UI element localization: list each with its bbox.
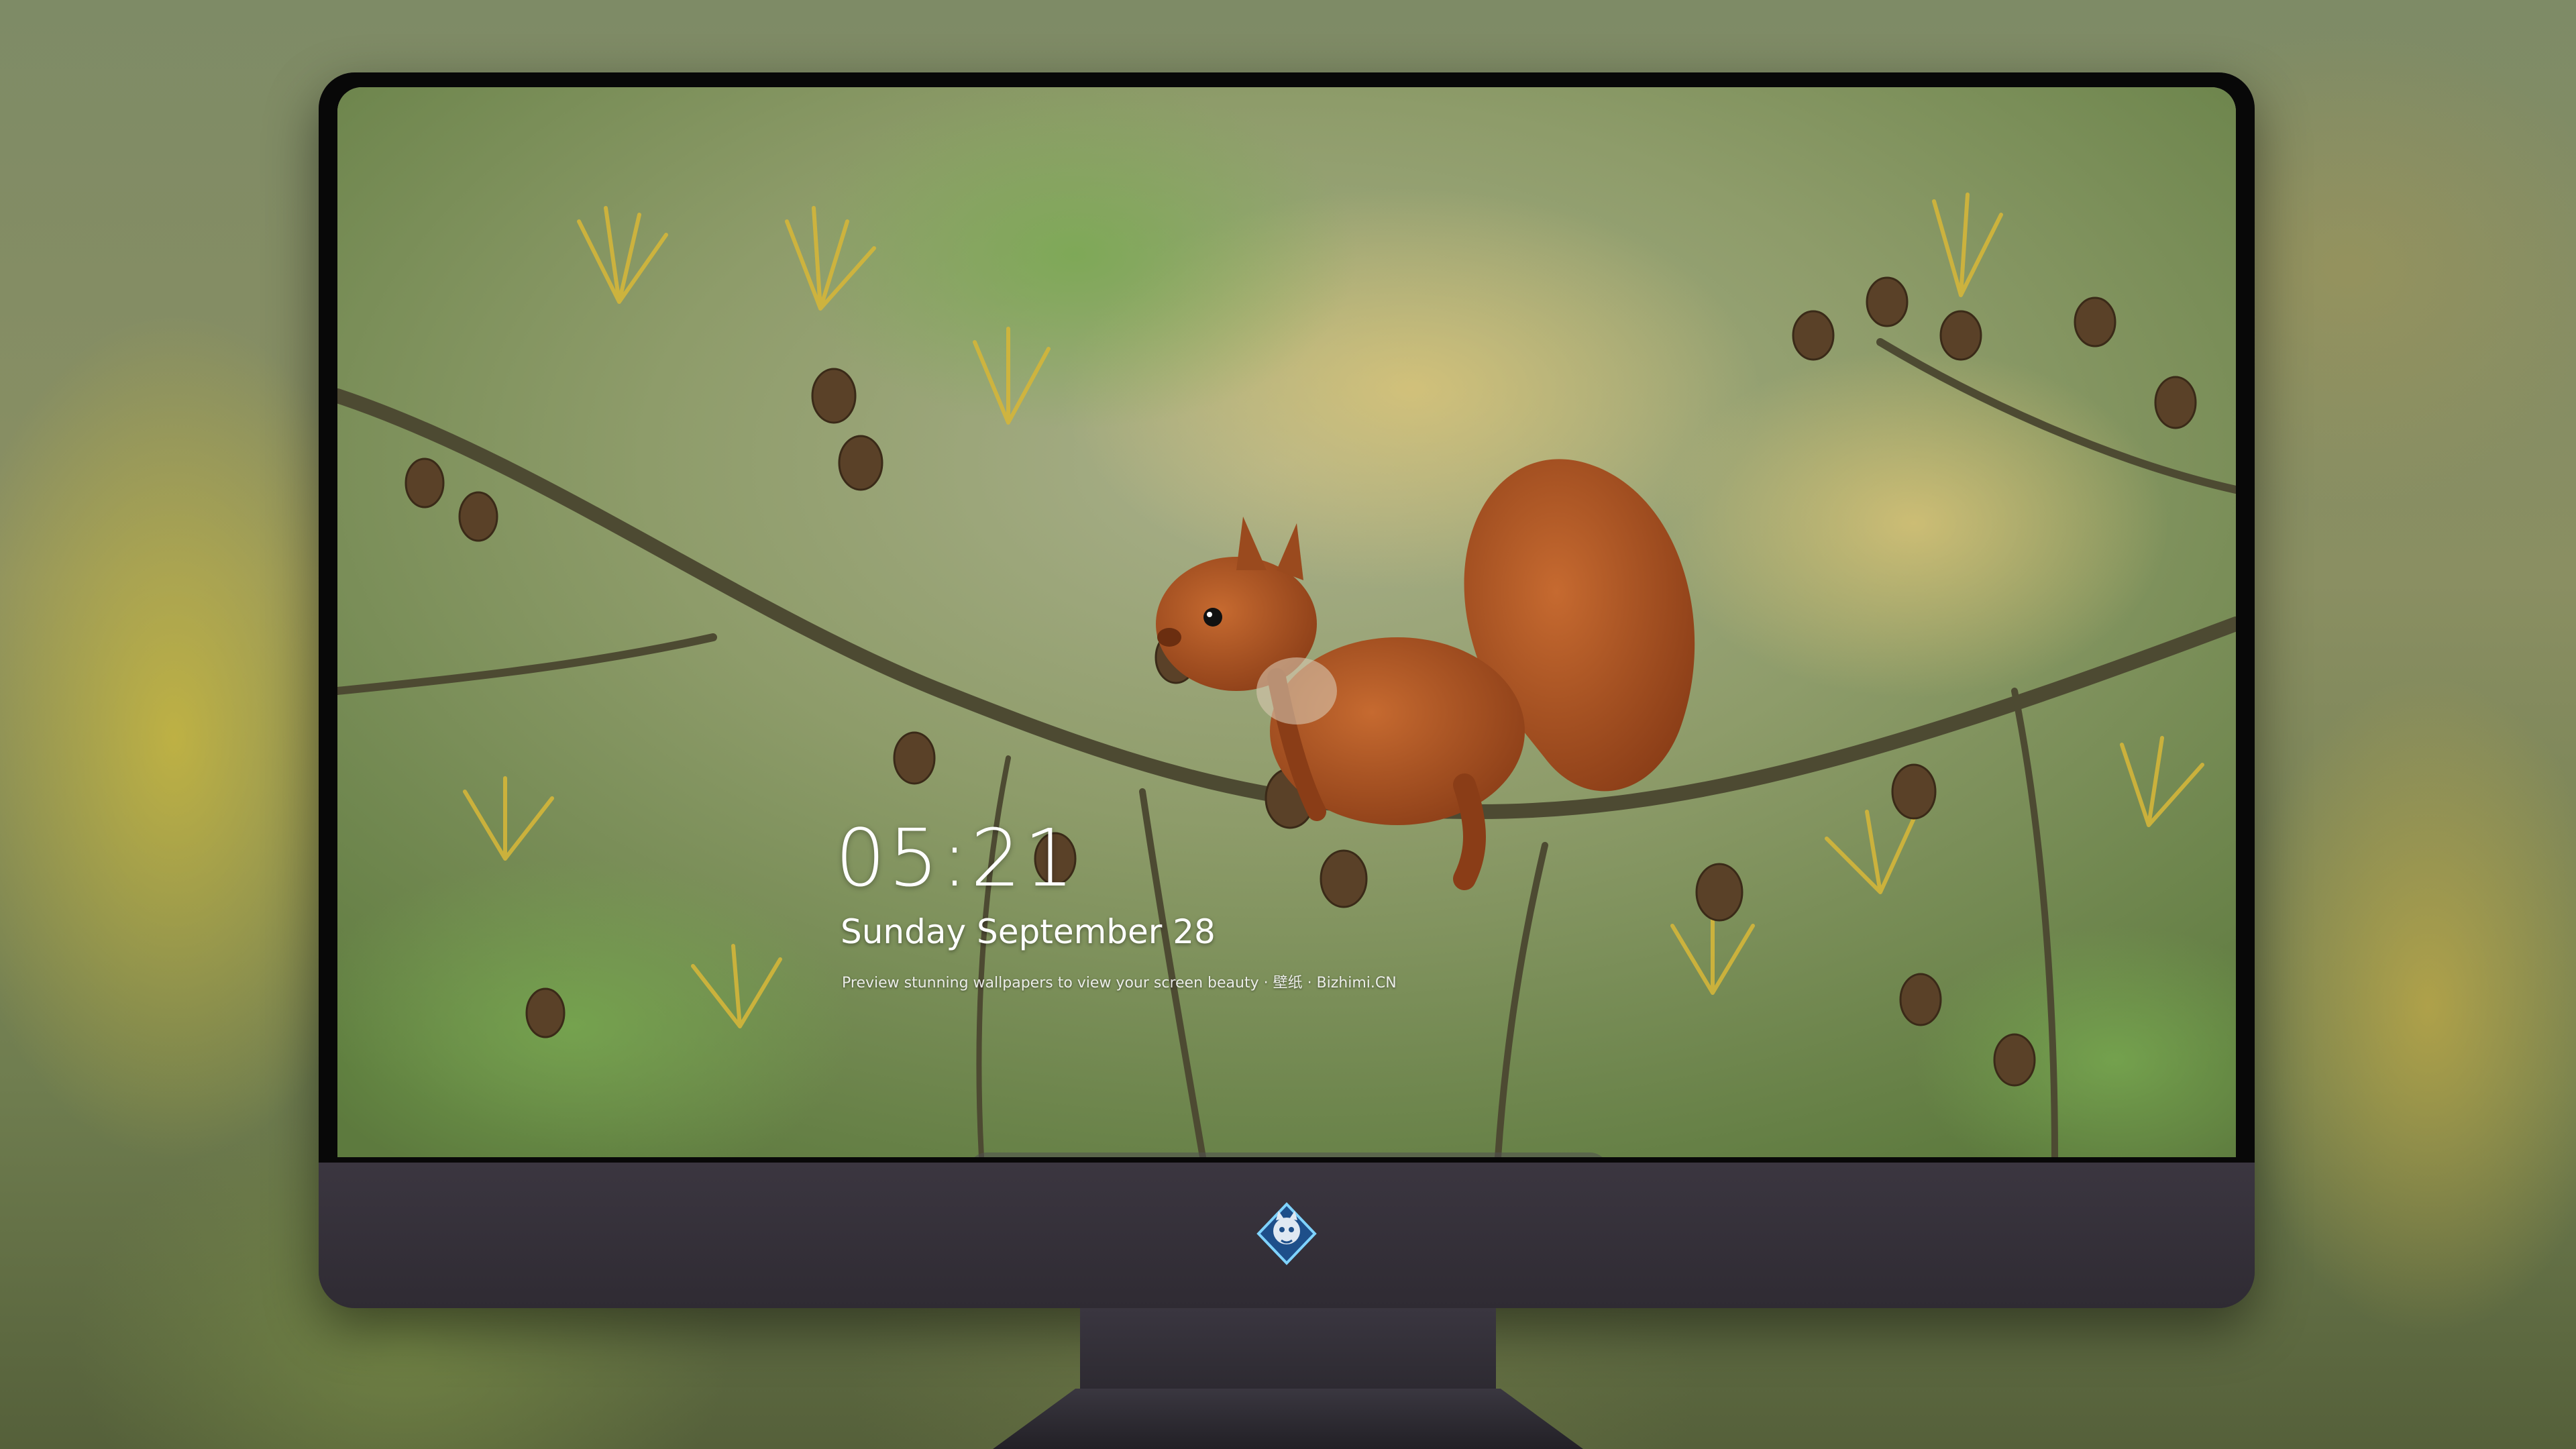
squirrel-wallpaper — [337, 87, 2236, 1157]
dock — [968, 1152, 1609, 1157]
monitor-stand-base — [993, 1389, 1583, 1449]
wallpaper-caption: Preview stunning wallpapers to view your… — [842, 975, 1397, 991]
monitor-stand-neck — [1080, 1308, 1496, 1395]
brand-logo-icon — [1256, 1202, 1317, 1265]
screen: 05:21 Sunday September 28 Preview stunni… — [337, 87, 2236, 1157]
monitor: 05:21 Sunday September 28 Preview stunni… — [319, 72, 2255, 1308]
monitor-chin — [319, 1163, 2255, 1308]
monitor-bezel: 05:21 Sunday September 28 Preview stunni… — [319, 72, 2255, 1163]
lock-date: Sunday September 28 — [841, 912, 1216, 951]
lock-clock: 05:21 — [835, 812, 1077, 904]
